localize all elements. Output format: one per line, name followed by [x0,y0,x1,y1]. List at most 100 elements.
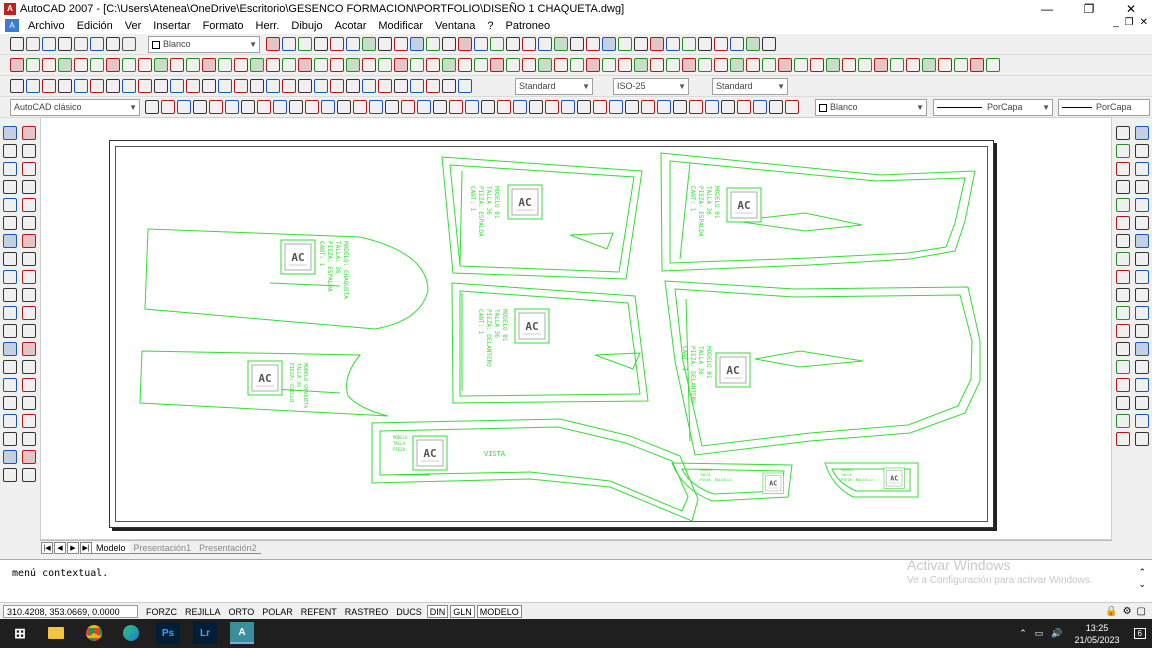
minimize-button[interactable]: — [1026,0,1068,17]
toolbar-tool-icon[interactable] [1116,144,1130,158]
toolbar-tool-icon[interactable] [74,37,88,51]
toolbar-tool-icon[interactable] [426,37,440,51]
chevron-up-icon[interactable]: ⌃ [1019,628,1027,639]
toolbar-tool-icon[interactable] [3,234,17,248]
menu-formato[interactable]: Formato [197,20,250,32]
toolbar-tool-icon[interactable] [698,58,712,72]
menu-herramientas[interactable]: Herr. [250,20,286,32]
autocad-taskbar-icon[interactable]: A [230,622,254,644]
toolbar-tool-icon[interactable] [22,396,36,410]
toolbar-tool-icon[interactable] [737,100,751,114]
toolbar-tool-icon[interactable] [3,324,17,338]
toolbar-tool-icon[interactable] [730,37,744,51]
toolbar-tool-icon[interactable] [497,100,511,114]
toolbar-tool-icon[interactable] [3,270,17,284]
toolbar-tool-icon[interactable] [3,126,17,140]
toolbar-tool-icon[interactable] [1135,342,1149,356]
first-tab-icon[interactable]: |◀ [41,542,53,554]
toolbar-tool-icon[interactable] [490,58,504,72]
file-explorer-icon[interactable] [44,622,68,644]
tab-presentacion1[interactable]: Presentación1 [129,543,196,554]
toolbar-tool-icon[interactable] [186,79,200,93]
toolbar-tool-icon[interactable] [602,37,616,51]
toolbar-tool-icon[interactable] [474,58,488,72]
toolbar-tool-icon[interactable] [122,58,136,72]
toolbar-tool-icon[interactable] [394,58,408,72]
toolbar-tool-icon[interactable] [26,37,40,51]
toolbar-tool-icon[interactable] [330,37,344,51]
toolbar-tool-icon[interactable] [794,58,808,72]
toolbar-tool-icon[interactable] [746,37,760,51]
toolbar-tool-icon[interactable] [426,79,440,93]
toolbar-tool-icon[interactable] [666,37,680,51]
toolbar-tool-icon[interactable] [1116,288,1130,302]
toolbar-tool-icon[interactable] [1116,270,1130,284]
toolbar-tool-icon[interactable] [42,37,56,51]
toolbar-tool-icon[interactable] [1135,306,1149,320]
toolbar-tool-icon[interactable] [458,79,472,93]
toolbar-tool-icon[interactable] [673,100,687,114]
mdi-restore-icon[interactable]: ❐ [1125,17,1134,28]
toolbar-tool-icon[interactable] [170,58,184,72]
toolbar-tool-icon[interactable] [858,58,872,72]
toolbar-tool-icon[interactable] [874,58,888,72]
windows-start-icon[interactable]: ⊞ [8,622,32,644]
menu-edicion[interactable]: Edición [71,20,119,32]
menu-ayuda[interactable]: ? [481,20,499,32]
toolbar-tool-icon[interactable] [657,100,671,114]
toolbar-tool-icon[interactable] [458,37,472,51]
toolbar-tool-icon[interactable] [3,306,17,320]
toolbar-tool-icon[interactable] [970,58,984,72]
toolbar-tool-icon[interactable] [3,342,17,356]
toolbar-tool-icon[interactable] [554,37,568,51]
toolbar-tool-icon[interactable] [378,79,392,93]
toolbar-tool-icon[interactable] [90,58,104,72]
toolbar-tool-icon[interactable] [378,37,392,51]
toolbar-tool-icon[interactable] [90,37,104,51]
toolbar-tool-icon[interactable] [634,37,648,51]
toolbar-tool-icon[interactable] [410,79,424,93]
status-forzc[interactable]: FORZC [143,605,180,618]
toolbar-tool-icon[interactable] [298,37,312,51]
menu-ventana[interactable]: Ventana [429,20,481,32]
menu-ver[interactable]: Ver [119,20,148,32]
toolbar-tool-icon[interactable] [1135,288,1149,302]
toolbar-tool-icon[interactable] [10,58,24,72]
toolbar-tool-icon[interactable] [385,100,399,114]
command-scroll[interactable]: ⌃ ⌄ [1138,566,1146,590]
toolbar-tool-icon[interactable] [746,58,760,72]
toolbar-tool-icon[interactable] [3,162,17,176]
toolbar-tool-icon[interactable] [1135,162,1149,176]
toolbar-tool-icon[interactable] [250,58,264,72]
toolbar-tool-icon[interactable] [666,58,680,72]
toolbar-tool-icon[interactable] [538,37,552,51]
dim-style-combo[interactable]: ISO-25 ▼ [613,78,689,95]
toolbar-tool-icon[interactable] [42,79,56,93]
mdi-minimize-icon[interactable]: _ [1113,17,1119,28]
toolbar-tool-icon[interactable] [22,288,36,302]
toolbar-tool-icon[interactable] [257,100,271,114]
toolbar-tool-icon[interactable] [1116,162,1130,176]
toolbar-tool-icon[interactable] [410,37,424,51]
toolbar-tool-icon[interactable] [481,100,495,114]
toolbar-tool-icon[interactable] [266,58,280,72]
toolbar-tool-icon[interactable] [577,100,591,114]
toolbar-tool-icon[interactable] [1116,198,1130,212]
toolbar-tool-icon[interactable] [177,100,191,114]
toolbar-tool-icon[interactable] [218,58,232,72]
toolbar-tool-icon[interactable] [1116,378,1130,392]
toolbar-tool-icon[interactable] [209,100,223,114]
toolbar-tool-icon[interactable] [1135,216,1149,230]
toolbar-tool-icon[interactable] [161,100,175,114]
toolbar-tool-icon[interactable] [433,100,447,114]
toolbar-tool-icon[interactable] [22,306,36,320]
toolbar-tool-icon[interactable] [529,100,543,114]
toolbar-tool-icon[interactable] [250,79,264,93]
toolbar-tool-icon[interactable] [545,100,559,114]
toolbar-tool-icon[interactable] [410,58,424,72]
toolbar-tool-icon[interactable] [22,252,36,266]
status-ducs[interactable]: DUCS [393,605,425,618]
toolbar-tool-icon[interactable] [362,79,376,93]
status-refent[interactable]: REFENT [298,605,340,618]
toolbar-tool-icon[interactable] [337,100,351,114]
